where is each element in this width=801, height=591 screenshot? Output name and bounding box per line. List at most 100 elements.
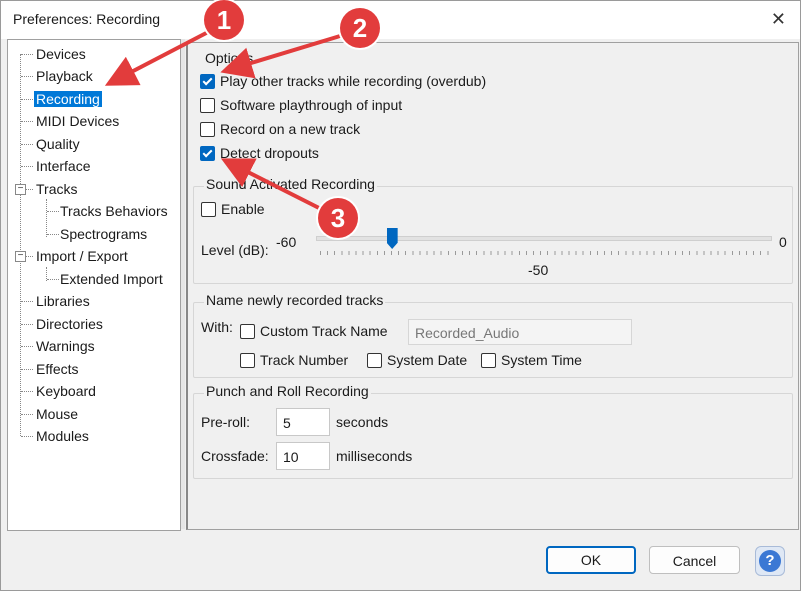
preroll-unit: seconds [336, 414, 389, 430]
tree-item-playback[interactable]: Playback [34, 66, 95, 86]
checkbox-icon [200, 97, 215, 113]
level-slider[interactable] [316, 236, 772, 241]
options-title: Options [203, 50, 256, 66]
tree-branch [21, 54, 33, 55]
checkbox-icon [201, 201, 216, 217]
collapse-icon[interactable]: − [15, 251, 26, 262]
tree-item-mouse[interactable]: Mouse [34, 404, 80, 424]
tree-branch [21, 301, 33, 302]
annotation-badge-3: 3 [318, 198, 358, 238]
annotation-badge-1: 1 [204, 0, 244, 40]
checkbox-icon [240, 352, 255, 368]
level-value-label: -50 [528, 262, 549, 278]
tree-branch [21, 76, 33, 77]
help-button[interactable]: ? [755, 546, 785, 576]
custom-name-checkbox[interactable]: Custom Track Name [240, 321, 388, 341]
checkbox-icon [367, 352, 382, 368]
tree-item-import-export[interactable]: Import / Export [34, 246, 130, 266]
system-time-label: System Time [501, 352, 582, 368]
pane-splitter[interactable] [181, 39, 185, 529]
level-max-label: 0 [779, 234, 787, 250]
collapse-icon[interactable]: − [15, 184, 26, 195]
title-bar: Preferences: Recording ✕ [1, 1, 800, 39]
punch-roll-title: Punch and Roll Recording [204, 383, 371, 399]
with-label: With: [201, 319, 233, 335]
help-icon: ? [759, 550, 781, 572]
tree-branch [21, 346, 33, 347]
cancel-button[interactable]: Cancel [649, 546, 740, 574]
tree-item-recording[interactable]: Recording [34, 89, 102, 109]
tree-item-tracks[interactable]: Tracks [34, 179, 79, 199]
tree-guide-line [46, 199, 47, 237]
tree-item-spectrograms[interactable]: Spectrograms [58, 224, 149, 244]
tree-branch [21, 324, 33, 325]
enable-checkbox[interactable]: Enable [201, 199, 265, 219]
overdub-checkbox[interactable]: Play other tracks while recording (overd… [200, 71, 486, 91]
tree-branch [21, 414, 33, 415]
tree-item-interface[interactable]: Interface [34, 156, 92, 176]
preferences-window: Preferences: Recording ✕ Devices Playbac… [0, 0, 801, 591]
tree-branch [26, 189, 33, 190]
tree-branch [26, 256, 33, 257]
options-group: Options Play other tracks while recordin… [193, 50, 791, 178]
ok-button[interactable]: OK [546, 546, 636, 574]
dropouts-checkbox[interactable]: Detect dropouts [200, 143, 319, 163]
sound-activated-title: Sound Activated Recording [204, 176, 377, 192]
checkbox-icon [481, 352, 496, 368]
tree-item-effects[interactable]: Effects [34, 359, 81, 379]
custom-name-label: Custom Track Name [260, 323, 388, 339]
tree-item-warnings[interactable]: Warnings [34, 336, 97, 356]
tree-item-directories[interactable]: Directories [34, 314, 105, 334]
playthrough-checkbox[interactable]: Software playthrough of input [200, 95, 402, 115]
close-icon[interactable]: ✕ [771, 9, 786, 30]
checkbox-icon [240, 323, 255, 339]
new-track-label: Record on a new track [220, 121, 361, 137]
slider-ticks [320, 251, 772, 255]
level-min-label: -60 [276, 234, 297, 250]
preroll-label: Pre-roll: [201, 414, 251, 430]
checkbox-checked-icon [200, 145, 215, 161]
custom-name-input[interactable]: Recorded_Audio [408, 319, 632, 345]
checkbox-checked-icon [200, 73, 215, 89]
punch-roll-group: Punch and Roll Recording Pre-roll: 5 sec… [193, 383, 793, 479]
tree-branch [21, 144, 33, 145]
tree-guide-line [20, 54, 21, 436]
window-title: Preferences: Recording [13, 11, 161, 27]
tree-item-quality[interactable]: Quality [34, 134, 82, 154]
level-label: Level (dB): [201, 242, 269, 258]
sound-activated-group: Sound Activated Recording Enable Level (… [193, 176, 793, 284]
track-number-checkbox[interactable]: Track Number [240, 350, 348, 370]
tree-branch [21, 121, 33, 122]
tree-item-modules[interactable]: Modules [34, 426, 91, 446]
playthrough-label: Software playthrough of input [220, 97, 403, 113]
new-track-checkbox[interactable]: Record on a new track [200, 119, 360, 139]
tree-branch [21, 99, 33, 100]
tree-branch [21, 166, 33, 167]
tree-item-tracks-behaviors[interactable]: Tracks Behaviors [58, 201, 170, 221]
checkbox-icon [200, 121, 215, 137]
tree-branch [21, 391, 33, 392]
tree-item-libraries[interactable]: Libraries [34, 291, 92, 311]
overdub-label: Play other tracks while recording (overd… [220, 73, 487, 89]
system-date-label: System Date [387, 352, 468, 368]
tree-item-extended-import[interactable]: Extended Import [58, 269, 165, 289]
tree-item-keyboard[interactable]: Keyboard [34, 381, 98, 401]
tree-branch [21, 436, 33, 437]
system-time-checkbox[interactable]: System Time [481, 350, 582, 370]
crossfade-input[interactable]: 10 [276, 442, 330, 470]
slider-thumb[interactable] [386, 228, 398, 249]
annotation-badge-2: 2 [340, 8, 380, 48]
tree-branch [21, 369, 33, 370]
category-tree: Devices Playback Recording MIDI Devices … [7, 39, 181, 531]
tree-item-midi-devices[interactable]: MIDI Devices [34, 111, 121, 131]
tree-item-devices[interactable]: Devices [34, 44, 88, 64]
naming-title: Name newly recorded tracks [204, 292, 386, 308]
enable-label: Enable [221, 201, 265, 217]
system-date-checkbox[interactable]: System Date [367, 350, 467, 370]
preroll-input[interactable]: 5 [276, 408, 330, 436]
naming-group: Name newly recorded tracks With: Custom … [193, 292, 793, 378]
crossfade-label: Crossfade: [201, 448, 269, 464]
settings-panel: Options Play other tracks while recordin… [186, 42, 799, 530]
dropouts-label: Detect dropouts [220, 145, 319, 161]
track-number-label: Track Number [260, 352, 349, 368]
